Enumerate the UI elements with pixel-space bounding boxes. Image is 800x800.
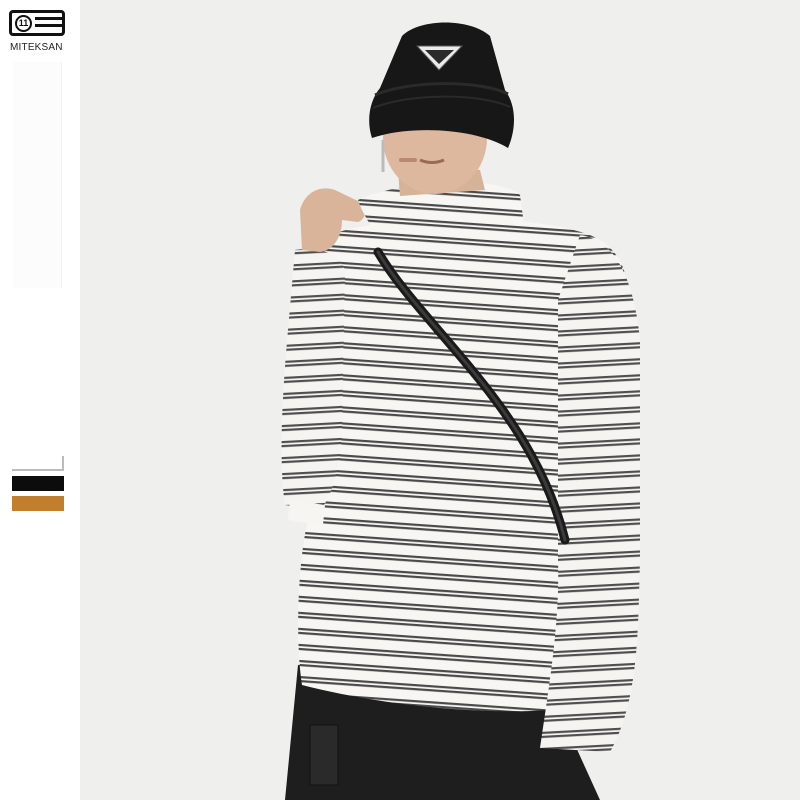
brand-logo: 11 bbox=[9, 10, 65, 36]
logo-bar bbox=[35, 17, 62, 20]
logo-number: 11 bbox=[15, 15, 32, 32]
side-panel bbox=[13, 62, 62, 288]
color-swatch-brown[interactable] bbox=[12, 496, 64, 511]
brand-name: MITEKSAN bbox=[10, 42, 63, 53]
brand-column: 11 MITEKSAN bbox=[0, 0, 80, 800]
color-swatch-black[interactable] bbox=[12, 476, 64, 491]
model-illustration bbox=[80, 0, 800, 800]
color-swatch-white[interactable] bbox=[12, 456, 64, 471]
logo-bar bbox=[35, 24, 62, 27]
model-photo bbox=[80, 0, 800, 800]
product-image: 11 MITEKSAN bbox=[0, 0, 800, 800]
